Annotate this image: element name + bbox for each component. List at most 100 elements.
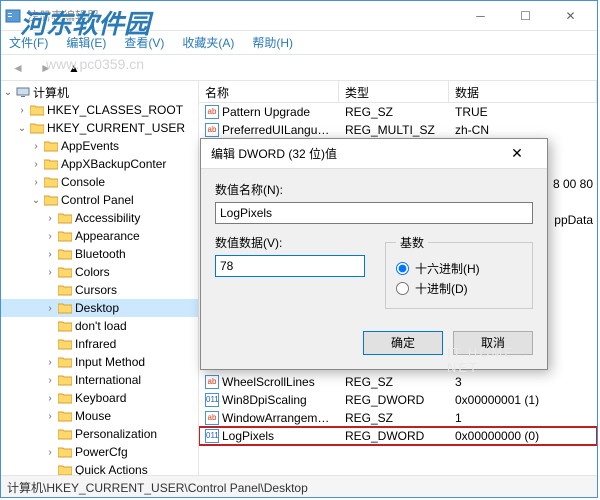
tree-item[interactable]: › AppXBackupConter xyxy=(1,155,198,173)
folder-icon xyxy=(57,283,73,297)
maximize-button[interactable]: ☐ xyxy=(503,2,548,30)
computer-icon xyxy=(15,85,31,99)
string-icon: ab xyxy=(205,375,219,389)
tree-panel[interactable]: ⌄计算机 › HKEY_CLASSES_ROOT ⌄ HKEY_CURRENT_USER… xyxy=(1,81,199,475)
tree-label: Control Panel xyxy=(59,193,134,207)
tree-item[interactable]: ›Desktop xyxy=(1,299,198,317)
folder-icon xyxy=(57,445,73,459)
folder-icon xyxy=(57,373,73,387)
col-data[interactable]: 数据 xyxy=(449,81,597,102)
app-icon xyxy=(5,8,21,24)
close-button[interactable]: ✕ xyxy=(548,2,593,30)
value-name-label: 数值名称(N): xyxy=(215,181,533,198)
minimize-button[interactable]: ─ xyxy=(458,2,503,30)
tree-label: HKEY_CURRENT_USER xyxy=(45,121,185,135)
col-type[interactable]: 类型 xyxy=(339,81,449,102)
expand-icon[interactable]: › xyxy=(43,231,57,242)
menu-favorites[interactable]: 收藏夹(A) xyxy=(182,34,234,51)
ok-button[interactable]: 确定 xyxy=(363,331,443,355)
expand-icon[interactable]: › xyxy=(43,411,57,422)
tree-item[interactable]: ⌄ HKEY_CURRENT_USER xyxy=(1,119,198,137)
value-name-input[interactable] xyxy=(215,202,533,224)
expand-icon[interactable]: › xyxy=(43,213,57,224)
tree-item[interactable]: › AppEvents xyxy=(1,137,198,155)
list-row[interactable]: 011Win8DpiScalingREG_DWORD0x00000001 (1) xyxy=(199,391,597,409)
tree-label: AppXBackupConter xyxy=(59,157,166,171)
folder-icon xyxy=(57,301,73,315)
expand-icon[interactable]: ⌄ xyxy=(1,87,15,98)
folder-icon xyxy=(57,409,73,423)
tree-item[interactable]: Personalization xyxy=(1,425,198,443)
tree-label: Infrared xyxy=(73,337,116,351)
radio-hex-input[interactable] xyxy=(396,262,409,275)
list-row[interactable]: abWheelScrollLinesREG_SZ3 xyxy=(199,373,597,391)
tree-item[interactable]: ⌄ Control Panel xyxy=(1,191,198,209)
expand-icon[interactable]: › xyxy=(43,447,57,458)
expand-icon[interactable]: › xyxy=(29,141,43,152)
folder-icon xyxy=(43,139,59,153)
radio-dec[interactable]: 十进制(D) xyxy=(396,280,522,297)
tree-item[interactable]: ›Console xyxy=(1,173,198,191)
tree-label: International xyxy=(73,373,141,387)
tree-label: Cursors xyxy=(73,283,117,297)
list-row[interactable]: 011LogPixelsREG_DWORD0x00000000 (0) xyxy=(199,427,597,445)
base-fieldset: 基数 十六进制(H) 十进制(D) xyxy=(385,234,533,309)
expand-icon[interactable]: ⌄ xyxy=(29,195,43,206)
expand-icon[interactable]: › xyxy=(29,177,43,188)
expand-icon[interactable]: › xyxy=(43,393,57,404)
dialog-titlebar: 编辑 DWORD (32 位)值 ✕ xyxy=(201,139,547,169)
tree-item[interactable]: ›Mouse xyxy=(1,407,198,425)
expand-icon[interactable]: › xyxy=(43,303,57,314)
watermark-logo: 河东软件园 xyxy=(20,4,150,41)
tree-item[interactable]: Quick Actions xyxy=(1,461,198,475)
folder-icon xyxy=(57,265,73,279)
radio-dec-input[interactable] xyxy=(396,282,409,295)
expand-icon[interactable]: › xyxy=(29,159,43,170)
dialog-close-button[interactable]: ✕ xyxy=(497,140,537,168)
list-row[interactable]: abPattern UpgradeREG_SZTRUE xyxy=(199,103,597,121)
folder-icon xyxy=(57,463,73,475)
tree-label: Quick Actions xyxy=(73,463,148,475)
tree-item[interactable]: › Bluetooth xyxy=(1,245,198,263)
expand-icon[interactable]: › xyxy=(43,267,57,278)
folder-icon xyxy=(57,247,73,261)
value-data-input[interactable] xyxy=(215,255,365,277)
tree-label: Bluetooth xyxy=(73,247,126,261)
expand-icon[interactable]: ⌄ xyxy=(15,123,29,134)
list-row[interactable]: abWindowArrangeme...REG_SZ1 xyxy=(199,409,597,427)
folder-icon xyxy=(57,319,73,333)
folder-icon xyxy=(57,337,73,351)
tree-item[interactable]: ⌄计算机 xyxy=(1,83,198,101)
folder-icon xyxy=(57,427,73,441)
list-row[interactable]: abPreferredUILangua...REG_MULTI_SZzh-CN xyxy=(199,121,597,139)
tree-item[interactable]: › Keyboard xyxy=(1,389,198,407)
tree-item[interactable]: ›PowerCfg xyxy=(1,443,198,461)
folder-icon xyxy=(57,355,73,369)
watermark-url: www.pc0359.cn xyxy=(46,56,144,72)
expand-icon[interactable]: › xyxy=(43,249,57,260)
folder-icon xyxy=(43,157,59,171)
back-button[interactable]: ◄ xyxy=(7,57,29,79)
string-icon: ab xyxy=(205,411,219,425)
expand-icon[interactable]: › xyxy=(43,357,57,368)
col-name[interactable]: 名称 xyxy=(199,81,339,102)
menu-help[interactable]: 帮助(H) xyxy=(252,34,293,51)
binary-icon: 011 xyxy=(205,393,219,407)
tree-label: AppEvents xyxy=(59,139,119,153)
tree-item[interactable]: Cursors xyxy=(1,281,198,299)
tree-item[interactable]: ›Input Method xyxy=(1,353,198,371)
tree-item[interactable]: Infrared xyxy=(1,335,198,353)
tree-label: Keyboard xyxy=(73,391,126,405)
folder-icon xyxy=(29,121,45,135)
tree-label: HKEY_CLASSES_ROOT xyxy=(45,103,183,117)
folder-icon xyxy=(43,193,59,207)
tree-item[interactable]: › International xyxy=(1,371,198,389)
tree-item[interactable]: ›Appearance xyxy=(1,227,198,245)
expand-icon[interactable]: › xyxy=(15,105,29,116)
expand-icon[interactable]: › xyxy=(43,375,57,386)
tree-item[interactable]: don't load xyxy=(1,317,198,335)
radio-hex[interactable]: 十六进制(H) xyxy=(396,260,522,277)
tree-item[interactable]: ›Accessibility xyxy=(1,209,198,227)
tree-item[interactable]: ›Colors xyxy=(1,263,198,281)
tree-item[interactable]: › HKEY_CLASSES_ROOT xyxy=(1,101,198,119)
